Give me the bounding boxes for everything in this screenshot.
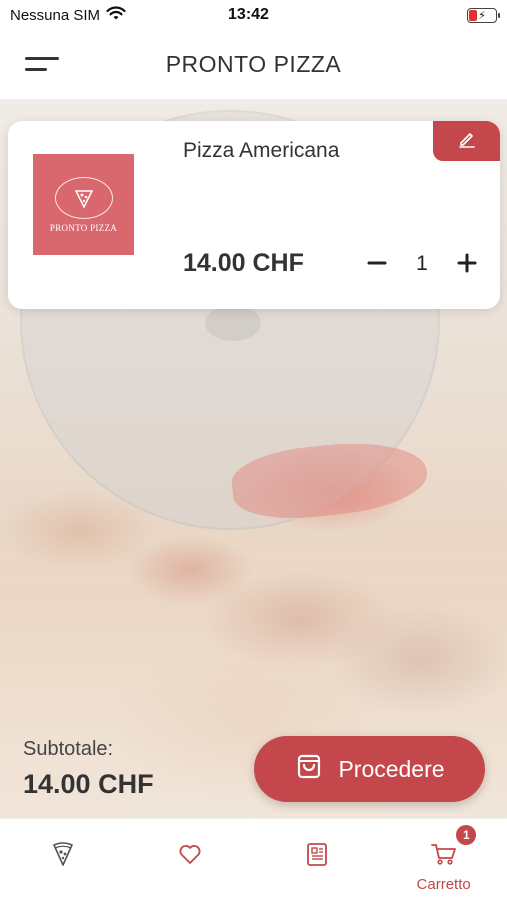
shopping-bag-icon	[294, 751, 324, 787]
pencil-icon	[457, 129, 477, 154]
status-right: ⚡	[327, 7, 500, 23]
status-time: 13:42	[228, 6, 269, 23]
quantity-value: 1	[416, 252, 428, 275]
heart-icon	[177, 841, 203, 872]
decrease-quantity-button[interactable]	[363, 249, 391, 277]
item-name: Pizza Americana	[183, 139, 340, 162]
status-bar: Nessuna SIM 13:42 ⚡	[0, 0, 507, 30]
tab-pizza[interactable]	[0, 819, 127, 900]
subtotal-value: 14.00 CHF	[23, 769, 154, 799]
item-image: PRONTO PIZZA	[33, 154, 134, 255]
wifi-icon	[106, 5, 126, 25]
hamburger-menu-icon[interactable]	[25, 51, 61, 77]
tab-menu[interactable]	[254, 819, 381, 900]
proceed-button[interactable]: Procedere	[254, 736, 485, 802]
bottom-tab-bar: 1 Carretto	[0, 818, 507, 900]
status-left: Nessuna SIM	[10, 5, 180, 25]
proceed-label: Procedere	[338, 755, 445, 782]
tab-cart-label: Carretto	[416, 876, 471, 893]
item-image-logo-text: PRONTO PIZZA	[49, 222, 118, 233]
minus-icon	[367, 261, 387, 265]
menu-list-icon	[304, 841, 330, 872]
cart-item-card: PRONTO PIZZA Pizza Americana 14.00 CHF 1	[8, 121, 500, 309]
app-header: PRONTO PIZZA	[0, 30, 507, 100]
increase-quantity-button[interactable]	[453, 249, 481, 277]
cart-icon	[430, 841, 458, 872]
cart-badge: 1	[456, 825, 477, 845]
edit-item-button[interactable]	[433, 121, 500, 161]
app-title: PRONTO PIZZA	[165, 51, 342, 77]
subtotal-label: Subtotale:	[23, 738, 114, 760]
tab-favorites[interactable]	[127, 819, 254, 900]
pizza-icon	[50, 841, 76, 872]
item-price: 14.00 CHF	[183, 249, 304, 277]
plus-icon	[457, 253, 477, 273]
tab-cart[interactable]: 1 Carretto	[380, 819, 507, 900]
pizza-slice-logo-icon	[54, 176, 113, 219]
battery-icon: ⚡	[467, 7, 500, 23]
carrier-label: Nessuna SIM	[10, 6, 101, 24]
